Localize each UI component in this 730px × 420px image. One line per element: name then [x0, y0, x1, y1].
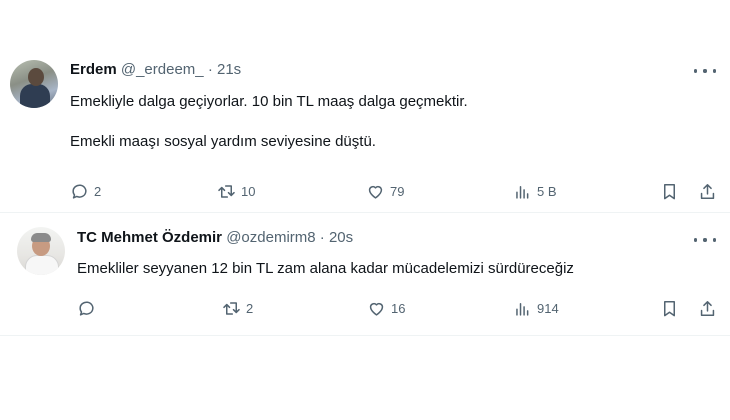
share-icon: [700, 300, 715, 316]
avatar[interactable]: [17, 227, 65, 275]
reply-icon: [72, 183, 87, 199]
bookmark-icon: [663, 300, 676, 316]
views-button[interactable]: 914: [513, 297, 559, 319]
view-count: 5 B: [537, 183, 557, 199]
action-bar: 2 16 914: [77, 297, 720, 319]
tweet[interactable]: Erdem @_erdeem_ · 21s Emekliyle dalga ge…: [0, 44, 730, 212]
more-icon[interactable]: [694, 233, 716, 247]
share-icon: [700, 183, 715, 199]
heart-icon: [368, 185, 383, 199]
timestamp[interactable]: 20s: [329, 229, 353, 246]
bookmark-button[interactable]: [660, 180, 679, 202]
avatar[interactable]: [10, 60, 58, 108]
views-button[interactable]: 5 B: [513, 180, 557, 202]
views-icon: [516, 185, 529, 199]
share-button[interactable]: [698, 297, 717, 319]
more-icon[interactable]: [694, 64, 716, 78]
bookmark-icon: [663, 183, 676, 199]
reply-count: 2: [94, 183, 102, 199]
retweet-button[interactable]: 10: [217, 180, 255, 202]
views-icon: [516, 302, 529, 316]
retweet-count: 10: [241, 183, 256, 199]
tweet-header: Erdem @_erdeem_ · 21s: [70, 60, 241, 80]
reply-button[interactable]: [77, 297, 101, 319]
retweet-icon: [218, 184, 235, 198]
tweet[interactable]: TC Mehmet Özdemir @ozdemirm8 · 20s Emekl…: [0, 212, 730, 336]
tweet-header: TC Mehmet Özdemir @ozdemirm8 · 20s: [77, 228, 353, 248]
bookmark-button[interactable]: [660, 297, 679, 319]
separator-dot: ·: [319, 229, 325, 246]
user-handle[interactable]: @ozdemirm8: [226, 229, 315, 246]
tweet-text: Emekliyle dalga geçiyorlar. 10 bin TL ma…: [70, 93, 468, 150]
retweet-button[interactable]: 2: [222, 297, 253, 319]
separator-dot: ·: [207, 61, 213, 78]
display-name[interactable]: TC Mehmet Özdemir: [77, 229, 222, 246]
like-button[interactable]: 16: [367, 297, 405, 319]
like-count: 79: [390, 183, 405, 199]
user-handle[interactable]: @_erdeem_: [121, 61, 204, 78]
view-count: 914: [537, 300, 559, 316]
share-button[interactable]: [698, 180, 717, 202]
display-name[interactable]: Erdem: [70, 61, 117, 78]
retweet-count: 2: [246, 300, 254, 316]
like-count: 16: [391, 300, 406, 316]
heart-icon: [369, 302, 384, 316]
action-bar: 2 10 79 5 B: [70, 180, 720, 202]
reply-button[interactable]: 2: [70, 180, 101, 202]
timestamp[interactable]: 21s: [217, 61, 241, 78]
reply-icon: [79, 300, 94, 316]
timeline: Erdem @_erdeem_ · 21s Emekliyle dalga ge…: [0, 0, 730, 420]
retweet-icon: [223, 301, 240, 315]
like-button[interactable]: 79: [366, 180, 404, 202]
tweet-text: Emekliler seyyanen 12 bin TL zam alana k…: [77, 260, 574, 277]
